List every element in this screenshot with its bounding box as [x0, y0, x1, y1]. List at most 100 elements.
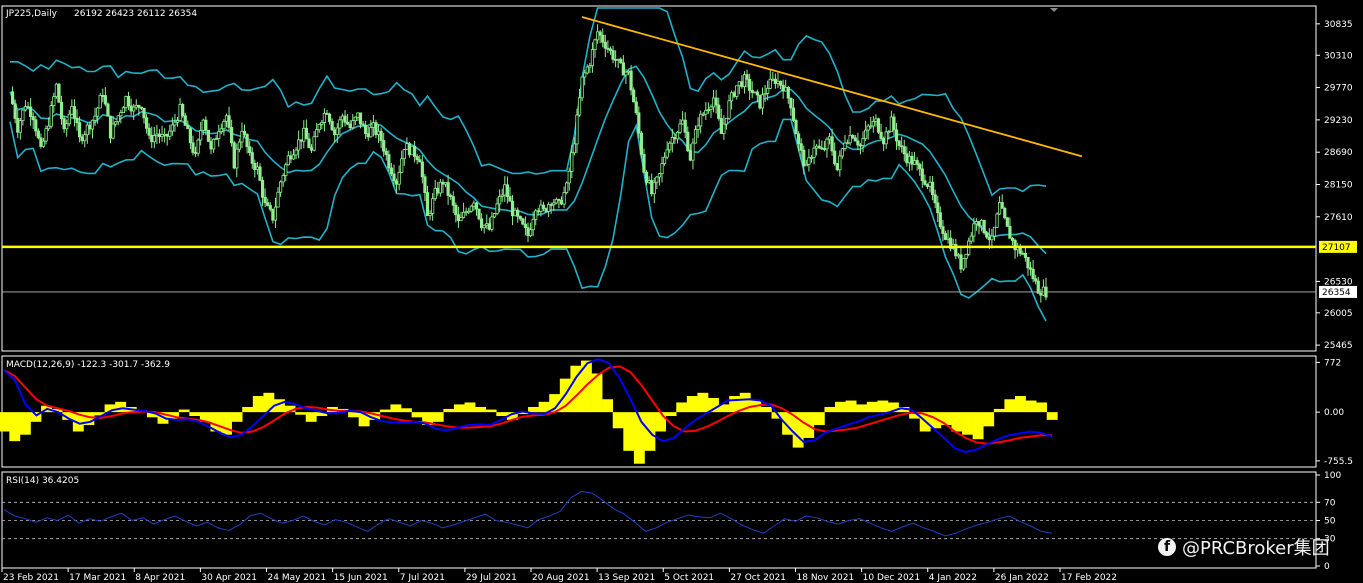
- candle-body: [748, 78, 752, 91]
- macd-histogram-bar: [1004, 399, 1016, 413]
- candle-body: [776, 80, 780, 84]
- candle-body: [1013, 240, 1017, 251]
- candle-body: [931, 181, 935, 196]
- candle-body: [353, 116, 357, 122]
- candle-body: [1005, 217, 1009, 227]
- candle-body: [719, 117, 723, 134]
- candle-body: [338, 119, 342, 129]
- candle-body: [820, 147, 824, 150]
- candle-body: [567, 171, 571, 184]
- candle-body: [706, 109, 710, 111]
- candle-body: [722, 123, 726, 134]
- macd-histogram-bar: [972, 412, 984, 440]
- candle-body: [876, 118, 881, 133]
- candle-body: [773, 78, 778, 84]
- candle-body: [410, 145, 414, 156]
- candle-body: [407, 143, 412, 156]
- macd-histogram-bar: [813, 412, 825, 426]
- candle-body: [907, 155, 912, 164]
- candle-body: [624, 71, 628, 76]
- candle-body: [382, 140, 386, 152]
- candle-body: [464, 211, 468, 214]
- candle-body: [206, 129, 211, 142]
- macd-histogram-bar: [464, 402, 476, 413]
- candle-body: [227, 115, 231, 128]
- macd-histogram-bar: [496, 412, 508, 417]
- candle-body: [413, 145, 417, 157]
- trading-chart[interactable]: JP225,Daily 26192 26423 26112 26354 3083…: [0, 0, 1363, 583]
- candle-body: [956, 254, 960, 257]
- time-tick-label: 23 Feb 2021: [3, 573, 59, 583]
- candle-body: [217, 131, 221, 140]
- candle-body: [732, 92, 736, 97]
- candle-body: [887, 131, 891, 134]
- candle-body: [273, 206, 278, 221]
- candle-body: [392, 173, 396, 182]
- candle-body: [1039, 292, 1043, 296]
- candle-body: [188, 128, 192, 144]
- candle-body: [361, 123, 365, 126]
- candle-body: [539, 204, 543, 212]
- candle-body: [619, 58, 623, 64]
- candle-body: [580, 76, 584, 99]
- candle-body: [436, 188, 440, 194]
- macd-tick-label: -755.5: [1324, 457, 1353, 467]
- macd-histogram-bar: [178, 409, 190, 413]
- candle-body: [575, 114, 579, 145]
- candle-body: [21, 109, 25, 122]
- candle-body: [681, 119, 685, 125]
- candle-body: [668, 142, 672, 151]
- candle-body: [433, 188, 437, 200]
- candle-body: [144, 117, 149, 129]
- candle-body: [505, 184, 509, 197]
- macd-histogram-bar: [983, 412, 995, 427]
- candle-body: [778, 80, 783, 86]
- macd-histogram-bar: [189, 412, 201, 417]
- candle-body: [129, 105, 133, 112]
- candle-body: [425, 192, 430, 217]
- candle-body: [897, 140, 901, 147]
- candle-body: [528, 229, 533, 237]
- candle-body: [727, 100, 731, 119]
- macd-histogram-bar: [221, 412, 232, 435]
- macd-histogram-bar: [665, 412, 677, 417]
- macd-histogram-bar: [655, 412, 666, 432]
- macd-histogram-bar: [835, 401, 846, 413]
- candle-body: [101, 95, 105, 97]
- candle-body: [157, 133, 162, 137]
- candle-body: [637, 112, 641, 134]
- time-tick-label: 15 Jun 2021: [334, 573, 388, 583]
- candle-body: [771, 78, 775, 81]
- candle-body: [737, 81, 741, 87]
- candle-body: [724, 117, 729, 125]
- candle-body: [253, 162, 257, 170]
- time-tick-label: 24 May 2021: [268, 573, 327, 583]
- candle-body: [186, 124, 190, 130]
- candle-body: [10, 91, 15, 105]
- candle-body: [294, 149, 298, 156]
- candle-body: [299, 139, 303, 142]
- time-tick-label: 20 Aug 2021: [532, 573, 590, 583]
- candle-body: [796, 133, 801, 145]
- candle-body: [441, 181, 445, 185]
- candle-body: [121, 107, 125, 114]
- candle-body: [36, 130, 40, 139]
- candle-body: [70, 106, 74, 115]
- time-tick-label: 26 Jan 2022: [995, 573, 1049, 583]
- candle-body: [516, 209, 520, 217]
- candle-body: [781, 84, 785, 92]
- candle-body: [570, 152, 574, 172]
- candle-body: [480, 218, 484, 229]
- candle-body: [72, 106, 77, 119]
- rsi-tick-label: 100: [1324, 471, 1341, 481]
- candle-body: [766, 87, 770, 94]
- candle-body: [513, 209, 517, 217]
- candle-body: [168, 130, 172, 137]
- candle-body: [925, 184, 930, 187]
- candle-body: [240, 130, 244, 143]
- candle-body: [431, 198, 435, 214]
- candle-body: [181, 104, 185, 117]
- candle-body: [861, 138, 865, 146]
- macd-histogram-bar: [612, 412, 624, 429]
- candle-body: [882, 138, 886, 145]
